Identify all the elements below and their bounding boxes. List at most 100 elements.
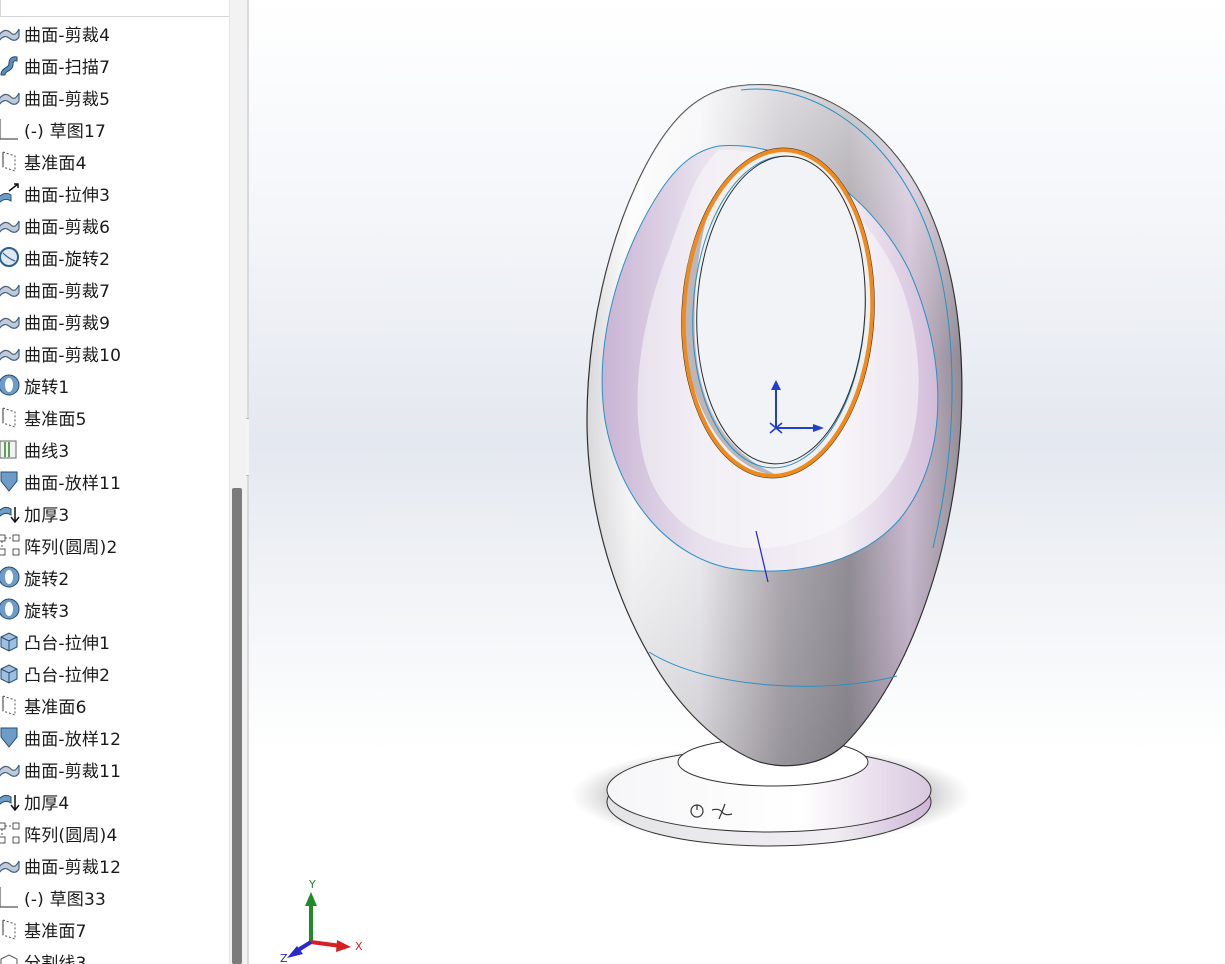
revolve-icon	[0, 374, 20, 396]
tree-item-label: 曲线3	[24, 441, 70, 462]
tree-item[interactable]: 曲面-剪裁7	[0, 273, 228, 305]
tree-item[interactable]: 基准面5	[0, 401, 228, 433]
tree-item[interactable]: 旋转3	[0, 593, 228, 625]
tree-item-label: 曲面-放样12	[24, 729, 122, 750]
tree-item[interactable]: 阵列(圆周)2	[0, 529, 228, 561]
feature-manager-tree: 曲面-剪裁4 曲面-扫描7 曲面-剪裁5 (-) 草图17 基准面4 曲面-拉伸3 曲面-剪…	[0, 0, 247, 964]
tree-item-label: 曲面-剪裁5	[24, 89, 111, 110]
surface-trim-icon	[0, 860, 20, 873]
surface-sweep-icon	[0, 56, 18, 76]
thicken-icon	[0, 506, 20, 524]
triad-x-label: X	[355, 940, 363, 953]
surface-trim-icon	[0, 220, 20, 233]
tree-item-label: 曲面-剪裁12	[24, 857, 122, 878]
triad-y-label: Y	[308, 878, 316, 891]
surface-trim-icon	[0, 284, 20, 297]
surface-extrude-icon	[0, 183, 19, 203]
tree-item[interactable]: 曲面-放样12	[0, 721, 228, 753]
tree-item[interactable]: 曲面-剪裁6	[0, 209, 228, 241]
tree-item-label: 加厚3	[24, 505, 70, 526]
feature-list: 曲面-剪裁4 曲面-扫描7 曲面-剪裁5 (-) 草图17 基准面4 曲面-拉伸3 曲面-剪…	[0, 17, 228, 964]
tree-item[interactable]: 曲面-拉伸3	[0, 177, 228, 209]
tree-item[interactable]: 基准面7	[0, 913, 228, 945]
tree-item-label: 曲面-剪裁7	[24, 281, 111, 302]
tree-item-label: 基准面4	[24, 153, 87, 174]
tree-item[interactable]: 曲线3	[0, 433, 228, 465]
tree-filter-box[interactable]	[0, 0, 245, 17]
revolve-icon	[0, 598, 20, 620]
split-line-icon	[0, 954, 18, 964]
tree-item[interactable]: 阵列(圆周)4	[0, 817, 228, 849]
circular-pattern-icon	[0, 822, 20, 844]
tree-item[interactable]: 加厚4	[0, 785, 228, 817]
tree-item[interactable]: 基准面6	[0, 689, 228, 721]
tree-item-label: 基准面5	[24, 409, 87, 430]
tree-item-label: 曲面-拉伸3	[24, 185, 111, 206]
tree-item-label: 曲面-剪裁11	[24, 761, 122, 782]
triad-x-arrow-icon	[336, 940, 351, 952]
tree-item-label: 旋转3	[24, 601, 70, 622]
thicken-icon	[0, 794, 20, 812]
tree-scrollbar-thumb[interactable]	[232, 488, 242, 964]
fan-model[interactable]	[249, 0, 1225, 964]
tree-item[interactable]: 凸台-拉伸1	[0, 625, 228, 657]
plane-icon	[2, 919, 16, 940]
tree-item-label: 曲面-剪裁6	[24, 217, 111, 238]
tree-item[interactable]: 曲面-放样11	[0, 465, 228, 497]
tree-item[interactable]: 曲面-剪裁5	[0, 81, 228, 113]
tree-item[interactable]: 曲面-旋转2	[0, 241, 228, 273]
triad-z-label: Z	[280, 952, 288, 964]
tree-item-label: 曲面-剪裁10	[24, 345, 122, 366]
tree-item[interactable]: 凸台-拉伸2	[0, 657, 228, 689]
tree-item-label: (-) 草图17	[24, 121, 107, 142]
tree-item-label: 旋转1	[24, 377, 70, 398]
tree-item[interactable]: 旋转2	[0, 561, 228, 593]
tree-item[interactable]: 曲面-剪裁12	[0, 849, 228, 881]
tree-item[interactable]: 曲面-剪裁4	[0, 17, 228, 49]
tree-item[interactable]: (-) 草图33	[0, 881, 228, 913]
tree-item-label: 曲面-剪裁9	[24, 313, 111, 334]
tree-item-label: 旋转2	[24, 569, 70, 590]
surface-trim-icon	[0, 316, 20, 329]
surface-loft-icon	[0, 727, 18, 748]
triad-y-arrow-icon	[305, 892, 317, 906]
surface-revolve-icon	[0, 247, 19, 267]
tree-item[interactable]: 分割线3	[0, 945, 228, 964]
tree-item-label: 凸台-拉伸2	[24, 665, 111, 686]
tree-item[interactable]: 曲面-剪裁10	[0, 337, 228, 369]
tree-item-label: 曲面-放样11	[24, 473, 122, 494]
tree-item[interactable]: (-) 草图17	[0, 113, 228, 145]
surface-trim-icon	[0, 28, 20, 41]
sketch-icon	[0, 887, 18, 908]
surface-trim-icon	[0, 92, 20, 105]
tree-item[interactable]: 加厚3	[0, 497, 228, 529]
triad-x-axis	[310, 940, 342, 948]
tree-item[interactable]: 曲面-剪裁9	[0, 305, 228, 337]
tree-item-label: 凸台-拉伸1	[24, 633, 111, 654]
tree-item-label: 基准面7	[24, 921, 87, 942]
tree-item[interactable]: 曲面-剪裁11	[0, 753, 228, 785]
curve-icon	[0, 440, 17, 459]
tree-item-label: 曲面-扫描7	[24, 57, 111, 78]
plane-icon	[2, 407, 16, 428]
surface-trim-icon	[0, 764, 20, 777]
tree-item[interactable]: 基准面4	[0, 145, 228, 177]
tree-item-label: 曲面-剪裁4	[24, 25, 111, 46]
tree-item-label: 基准面6	[24, 697, 87, 718]
tree-item-label: 阵列(圆周)4	[24, 825, 118, 846]
tree-item[interactable]: 旋转1	[0, 369, 228, 401]
tree-item[interactable]: 曲面-扫描7	[0, 49, 228, 81]
tree-item-label: (-) 草图33	[24, 889, 107, 910]
surface-trim-icon	[0, 348, 20, 361]
surface-loft-icon	[0, 471, 18, 492]
tree-item-label: 分割线3	[24, 953, 87, 964]
graphics-viewport[interactable]: Y X Z	[249, 0, 1225, 964]
plane-icon	[2, 695, 16, 716]
sketch-icon	[0, 119, 18, 140]
tree-item-label: 加厚4	[24, 793, 70, 814]
plane-icon	[2, 151, 16, 172]
revolve-icon	[0, 566, 20, 588]
view-triad[interactable]: Y X Z	[279, 876, 389, 964]
boss-extrude-icon	[0, 664, 18, 684]
tree-item-label: 曲面-旋转2	[24, 249, 111, 270]
